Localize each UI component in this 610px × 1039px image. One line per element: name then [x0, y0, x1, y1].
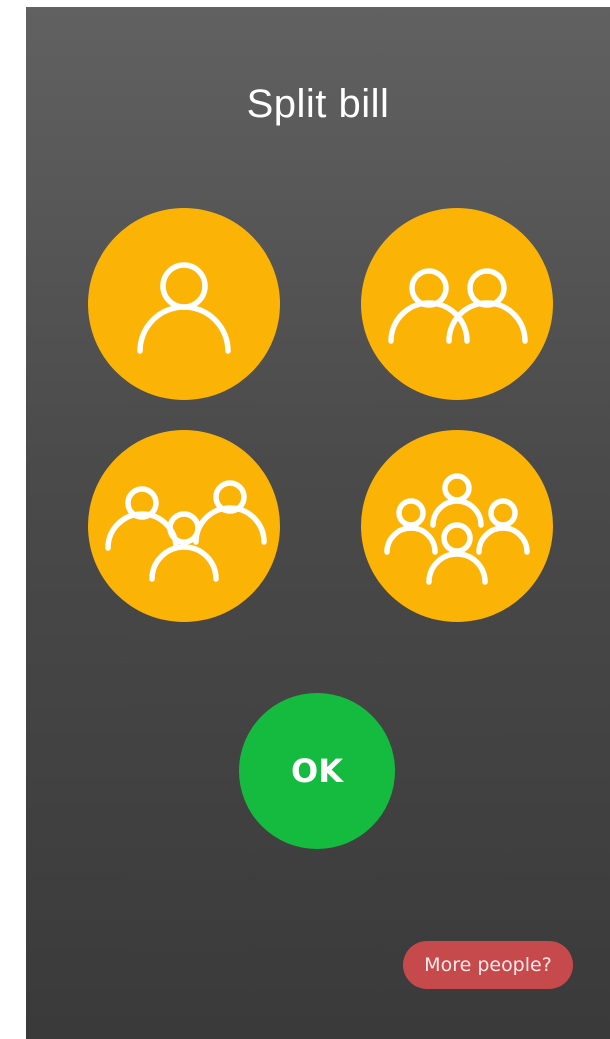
- three-people-icon: [105, 480, 267, 582]
- ok-button[interactable]: OK: [239, 693, 395, 849]
- more-people-button[interactable]: More people?: [403, 941, 573, 989]
- split-two-people-button[interactable]: [361, 208, 553, 400]
- split-one-person-button[interactable]: [88, 208, 280, 400]
- split-three-people-button[interactable]: [88, 430, 280, 622]
- split-five-people-button[interactable]: [361, 430, 553, 622]
- two-people-icon: [388, 268, 528, 344]
- page-title: Split bill: [246, 82, 390, 126]
- split-bill-screen: Split bill OK More people?: [26, 7, 610, 1039]
- one-person-icon: [137, 262, 231, 354]
- five-people-icon: [384, 473, 530, 585]
